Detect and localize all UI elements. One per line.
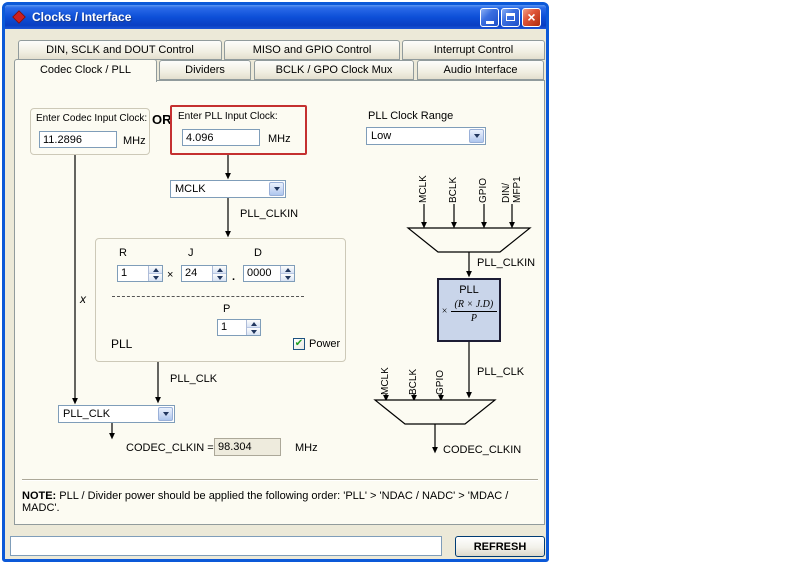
note-prefix: NOTE: [22, 490, 57, 502]
chevron-down-icon[interactable] [281, 273, 294, 281]
chevron-down-icon[interactable] [269, 182, 284, 196]
chevron-down-icon[interactable] [213, 273, 226, 281]
chevron-down-icon[interactable] [158, 407, 173, 421]
mux1-input-mclk-label: MCLK [418, 175, 429, 203]
pll-clk-arrow-label: PLL_CLK [170, 373, 218, 385]
clocks-interface-window: Clocks / Interface × DIN, SCLK and DOUT … [2, 2, 549, 562]
pll-input-clock-label: Enter PLL Input Clock: [178, 111, 278, 122]
formula-denominator: P [470, 313, 477, 324]
mux2-input-gpio-label: GPIO [435, 369, 446, 395]
close-icon: × [527, 8, 536, 25]
codec-clkin-equals-label: CODEC_CLKIN = [126, 442, 214, 454]
j-spinner[interactable]: 24 [181, 265, 227, 282]
refresh-button[interactable]: REFRESH [455, 536, 545, 557]
tab-miso-gpio-control[interactable]: MISO and GPIO Control [224, 40, 400, 60]
formula-fraction-line [450, 311, 497, 312]
pll-formula: × (R × J.D) P [439, 299, 499, 324]
chevron-down-icon[interactable] [469, 129, 484, 143]
chevron-up-icon[interactable] [213, 266, 226, 273]
codec-input-clock-group: Enter Codec Input Clock: MHz [30, 108, 150, 155]
maximize-button[interactable] [501, 7, 520, 27]
pll-clkin-source-value: MCLK [175, 183, 206, 195]
chevron-up-icon[interactable] [149, 266, 162, 273]
p-spinner[interactable]: 1 [217, 319, 261, 336]
j-label: J [188, 247, 194, 259]
diagram-pll-clk-label: PLL_CLK [477, 366, 525, 378]
tab-audio-interface[interactable]: Audio Interface [417, 60, 544, 80]
codec-input-clock-field[interactable] [39, 131, 117, 148]
mux1-input-gpio-label: GPIO [478, 177, 489, 203]
pll-clock-range-combo[interactable]: Low [366, 127, 486, 145]
d-value[interactable]: 0000 [244, 266, 280, 281]
tab-din-sclk-dout-control[interactable]: DIN, SCLK and DOUT Control [18, 40, 222, 60]
codec-clkin-unit: MHz [295, 442, 318, 454]
r-spinner[interactable]: 1 [117, 265, 163, 282]
mux1-input-bclk-label: BCLK [448, 176, 459, 203]
pll-power-checkbox[interactable]: ✔ Power [293, 338, 340, 350]
maximize-icon [506, 13, 515, 21]
minimize-button[interactable] [480, 7, 499, 27]
pll-clkin-arrow-label: PLL_CLKIN [240, 208, 299, 220]
fraction-divider-line [112, 296, 304, 297]
codec-clkin-source-value: PLL_CLK [63, 408, 111, 420]
pll-clock-range-value: Low [371, 130, 392, 142]
mux2-input-bclk-label: BCLK [408, 368, 419, 395]
formula-numerator: (R × J.D) [454, 299, 494, 310]
chevron-up-icon[interactable] [281, 266, 294, 273]
pll-input-clock-group: Enter PLL Input Clock: MHz [170, 105, 307, 155]
or-label: OR [152, 112, 172, 127]
chevron-up-icon[interactable] [247, 320, 260, 327]
p-label: P [223, 303, 231, 315]
diagram-codec-clkin-label: CODEC_CLKIN [443, 444, 522, 456]
decimal-dot-operand: . [232, 271, 236, 283]
check-icon[interactable]: ✔ [293, 338, 305, 350]
mux2-input-mclk-label: MCLK [380, 367, 391, 395]
codec-input-clock-unit: MHz [123, 135, 146, 147]
app-icon [12, 10, 26, 24]
d-spinner[interactable]: 0000 [243, 265, 295, 282]
tab-bclk-gpo-clock-mux[interactable]: BCLK / GPO Clock Mux [254, 60, 414, 80]
close-button[interactable]: × [522, 7, 541, 27]
diagram-pll-clkin-label: PLL_CLKIN [477, 257, 536, 269]
chevron-down-icon[interactable] [149, 273, 162, 281]
pll-block: PLL × (R × J.D) P [437, 278, 501, 342]
r-value[interactable]: 1 [118, 266, 148, 281]
pll-parameters-group: R 1 × J 24 . D 0000 P 1 PLL ✔ Power [95, 238, 346, 362]
times-operand: × [167, 269, 174, 281]
pll-clkin-source-combo[interactable]: MCLK [170, 180, 286, 198]
pll-clock-range-label: PLL Clock Range [368, 110, 454, 122]
note-text: NOTE: PLL / Divider power should be appl… [22, 490, 540, 514]
pll-input-clock-field[interactable] [182, 129, 260, 146]
note-divider [22, 479, 538, 480]
title-bar[interactable]: Clocks / Interface × [5, 5, 546, 29]
p-value[interactable]: 1 [218, 320, 246, 335]
window-controls: × [480, 7, 541, 27]
tab-codec-clock-pll[interactable]: Codec Clock / PLL [14, 59, 157, 82]
codec-clkin-source-combo[interactable]: PLL_CLK [58, 405, 175, 423]
codec-input-clock-label: Enter Codec Input Clock: [36, 113, 148, 124]
note-body: PLL / Divider power should be applied th… [22, 490, 509, 514]
pll-power-label: Power [309, 338, 341, 350]
pll-input-clock-unit: MHz [268, 133, 291, 145]
codec-clkin-value-field: 98.304 [214, 438, 281, 456]
formula-times: × [441, 306, 448, 317]
window-title: Clocks / Interface [32, 10, 132, 24]
pll-block-title: PLL [459, 284, 479, 296]
minimize-icon [485, 20, 494, 24]
j-value[interactable]: 24 [182, 266, 212, 281]
r-label: R [119, 247, 127, 259]
status-input[interactable] [10, 536, 442, 556]
chevron-down-icon[interactable] [247, 327, 260, 335]
mux1-input-din-mfp1-label: DIN/ MFP1 [501, 176, 523, 203]
tab-dividers[interactable]: Dividers [159, 60, 251, 80]
d-label: D [254, 247, 262, 259]
tab-interrupt-control[interactable]: Interrupt Control [402, 40, 545, 60]
multiply-operand: x [80, 292, 86, 306]
pll-caption: PLL [111, 337, 133, 351]
